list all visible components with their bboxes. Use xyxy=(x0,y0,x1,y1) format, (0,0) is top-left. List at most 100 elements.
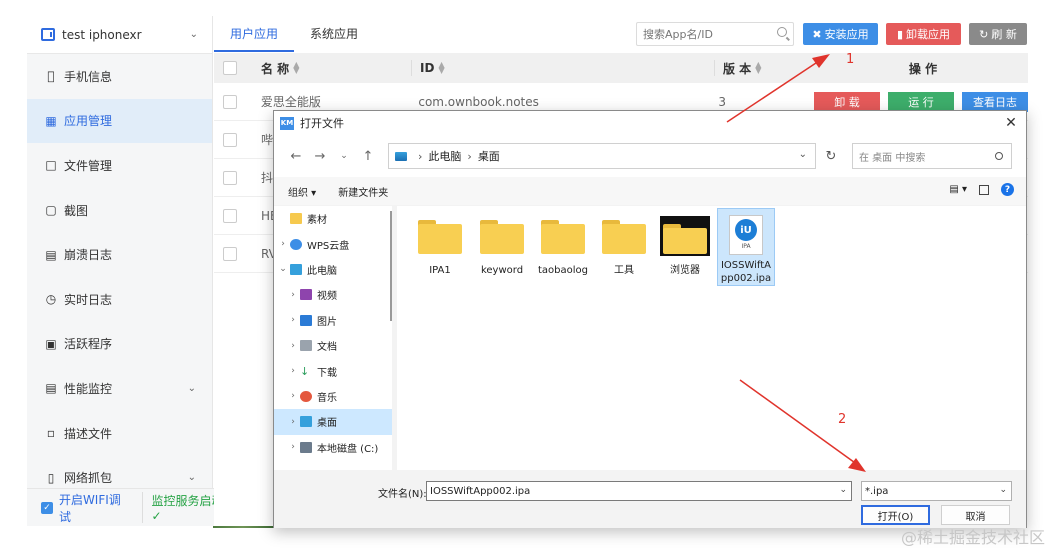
back-arrow-icon[interactable]: ← xyxy=(284,149,308,164)
ipa-logo: iU xyxy=(735,219,757,241)
file-item[interactable]: keyword xyxy=(473,212,531,277)
cancel-button[interactable]: 取消 xyxy=(941,505,1010,525)
tree-item-videos[interactable]: › 视频 xyxy=(274,282,392,307)
sidebar-item-app-management[interactable]: ▦ 应用管理 xyxy=(27,98,212,144)
file-name: 工具 xyxy=(614,265,634,276)
refresh-label: 刷 新 xyxy=(991,28,1017,41)
refresh-button[interactable]: ↻ 刷 新 xyxy=(969,23,1027,45)
expand-arrow-icon[interactable]: › xyxy=(286,315,300,325)
search-input[interactable] xyxy=(637,23,767,45)
sidebar-item-active-programs[interactable]: ▣ 活跃程序 xyxy=(27,322,212,367)
device-selector[interactable]: test iphonexr ⌄ xyxy=(27,16,212,54)
tree-item-wps-cloud[interactable]: › WPS云盘 xyxy=(274,231,392,256)
sidebar-item-file-management[interactable]: □ 文件管理 xyxy=(27,143,212,188)
forward-arrow-icon[interactable]: → xyxy=(308,149,332,164)
file-item[interactable]: taobaolog xyxy=(534,212,592,277)
collapse-arrow-icon[interactable]: ⌄ xyxy=(276,264,290,274)
preview-pane-icon[interactable] xyxy=(979,184,989,195)
new-folder-button[interactable]: 新建文件夹 xyxy=(338,184,388,199)
sort-icon[interactable]: ▲ ▼ xyxy=(438,61,444,75)
view-mode-icon[interactable]: ▤ ▾ xyxy=(949,184,967,195)
row-uninstall-button[interactable]: 卸 载 xyxy=(814,91,880,112)
row-checkbox[interactable] xyxy=(223,94,237,109)
pc-icon xyxy=(395,151,407,161)
sidebar-item-screenshot[interactable]: ▢ 截图 xyxy=(27,188,212,233)
app-search[interactable] xyxy=(636,22,794,46)
app-tabs: 用户应用 系统应用 xyxy=(214,16,374,52)
wifi-debug-label[interactable]: 开启WIFI调试 xyxy=(59,491,133,525)
tree-item-materials[interactable]: 素材 xyxy=(274,206,392,231)
tab-system-apps[interactable]: 系统应用 xyxy=(294,16,374,52)
sidebar-item-performance[interactable]: ▤ 性能监控 ⌄ xyxy=(27,366,212,411)
dialog-bottom-bar: 文件名(N): IOSSWiftApp002.ipa ⌄ *.ipa ⌄ 打开(… xyxy=(274,472,1026,528)
organize-menu[interactable]: 组织 ▾ xyxy=(288,184,316,199)
chevron-down-icon[interactable]: ⌄ xyxy=(799,149,807,160)
breadcrumb-desktop[interactable]: 桌面 xyxy=(478,148,500,164)
reload-icon[interactable]: ↻ xyxy=(816,149,846,164)
chevron-down-icon[interactable]: ⌄ xyxy=(839,485,847,495)
uninstall-app-button[interactable]: ▮ 卸载应用 xyxy=(886,23,961,45)
row-checkbox[interactable] xyxy=(223,208,237,223)
filename-input[interactable]: IOSSWiftApp002.ipa ⌄ xyxy=(426,481,852,501)
expand-arrow-icon[interactable]: › xyxy=(286,391,300,401)
dialog-search-input[interactable]: 在 桌面 中搜索 xyxy=(852,143,1012,169)
tree-scrollbar[interactable] xyxy=(390,211,392,321)
wifi-debug-checkbox[interactable]: ✓ xyxy=(41,501,53,514)
col-version-header[interactable]: 版 本 ▲ ▼ xyxy=(723,60,818,77)
tree-item-local-disk[interactable]: › 本地磁盘 (C:) xyxy=(274,435,392,460)
row-log-button[interactable]: 查看日志 xyxy=(962,91,1028,112)
close-icon[interactable]: ✕ xyxy=(996,115,1026,131)
music-icon xyxy=(300,390,312,402)
open-file-dialog: KM 打开文件 ✕ ← → ⌄ ↑ › 此电脑 › 桌面 ⌄ ↻ 在 桌面 中搜… xyxy=(273,110,1027,528)
help-icon[interactable]: ? xyxy=(1001,183,1014,196)
sidebar-item-label: 截图 xyxy=(64,203,89,218)
recent-chevron-icon[interactable]: ⌄ xyxy=(332,151,356,161)
install-app-button[interactable]: ✖ 安装应用 xyxy=(803,23,878,45)
row-run-button[interactable]: 运 行 xyxy=(888,91,954,112)
sidebar-item-profiles[interactable]: ▫ 描述文件 xyxy=(27,411,212,456)
select-all-checkbox[interactable] xyxy=(223,61,237,75)
path-breadcrumb[interactable]: › 此电脑 › 桌面 ⌄ xyxy=(388,143,816,169)
tab-user-apps[interactable]: 用户应用 xyxy=(214,16,295,52)
file-name: taobaolog xyxy=(537,265,588,276)
col-name-header[interactable]: 名 称 ▲ ▼ xyxy=(261,60,411,77)
expand-arrow-icon[interactable]: › xyxy=(286,290,300,300)
sort-icon[interactable]: ▲ ▼ xyxy=(293,61,299,75)
open-button[interactable]: 打开(O) xyxy=(861,505,930,525)
file-item[interactable]: 浏览器 xyxy=(656,212,714,277)
app-id: com.ownbook.notes xyxy=(418,94,539,109)
sidebar-item-realtime-log[interactable]: ◷ 实时日志 xyxy=(27,277,212,322)
folder-icon: □ xyxy=(45,158,57,173)
file-item[interactable]: IPA1 xyxy=(411,212,469,277)
up-arrow-icon[interactable]: ↑ xyxy=(356,149,380,164)
filetype-select[interactable]: *.ipa ⌄ xyxy=(861,481,1012,501)
tree-item-documents[interactable]: › 文档 xyxy=(274,333,392,358)
breadcrumb-this-pc[interactable]: 此电脑 xyxy=(428,148,461,164)
expand-arrow-icon[interactable]: › xyxy=(276,239,290,249)
row-checkbox[interactable] xyxy=(223,246,237,261)
chevron-down-icon[interactable]: ⌄ xyxy=(999,485,1007,495)
expand-arrow-icon[interactable]: › xyxy=(286,341,300,351)
tree-item-pictures[interactable]: › 图片 xyxy=(274,308,392,333)
sidebar-item-phone-info[interactable]:  手机信息 xyxy=(27,54,212,99)
file-item-selected[interactable]: iU IPA IOSSWiftApp002.ipa xyxy=(717,208,775,286)
ipa-extension-label: IPA xyxy=(741,243,751,250)
expand-arrow-icon[interactable]: › xyxy=(286,442,300,452)
tree-item-label: 图片 xyxy=(317,316,337,328)
sort-icon[interactable]: ▲ ▼ xyxy=(755,61,761,75)
table-header: 名 称 ▲ ▼ ID ▲ ▼ 版 本 ▲ ▼ 操 作 xyxy=(214,53,1028,83)
col-id-header[interactable]: ID ▲ ▼ xyxy=(420,61,714,76)
tree-item-music[interactable]: › 音乐 xyxy=(274,384,392,409)
file-item[interactable]: 工具 xyxy=(595,212,653,277)
tree-item-this-pc[interactable]: ⌄ 此电脑 xyxy=(274,257,392,282)
row-checkbox[interactable] xyxy=(223,132,237,147)
expand-arrow-icon[interactable]: › xyxy=(286,417,300,427)
sidebar-item-crash-log[interactable]: ▤ 崩溃日志 xyxy=(27,232,212,277)
row-checkbox[interactable] xyxy=(223,170,237,185)
filename-value: IOSSWiftApp002.ipa xyxy=(430,485,531,497)
tree-item-desktop[interactable]: › 桌面 xyxy=(274,409,392,435)
folder-icon xyxy=(480,220,524,254)
sidebar-item-label: 实时日志 xyxy=(64,292,113,307)
tree-item-downloads[interactable]: › ↓ 下载 xyxy=(274,358,392,383)
expand-arrow-icon[interactable]: › xyxy=(286,366,300,376)
